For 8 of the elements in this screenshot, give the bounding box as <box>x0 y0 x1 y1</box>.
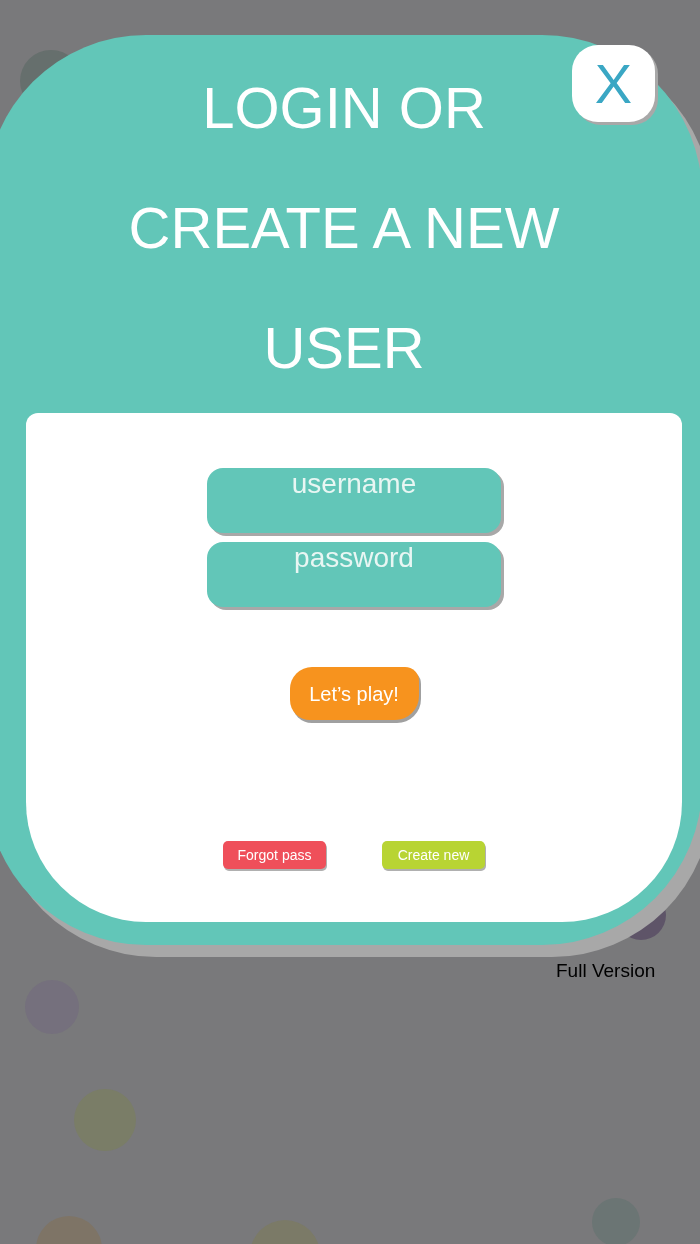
version-label: Full Version <box>556 959 656 983</box>
play-button[interactable]: Let’s play! <box>289 667 419 720</box>
forgot-password-button[interactable]: Forgot pass <box>223 841 326 869</box>
create-account-button[interactable]: Create new <box>382 841 485 869</box>
dialog-title: LOGIN OR CREATE A NEW USER <box>127 74 561 382</box>
username-field[interactable]: username <box>207 468 501 533</box>
close-button[interactable]: X <box>572 45 655 122</box>
password-field[interactable]: password <box>207 542 501 607</box>
